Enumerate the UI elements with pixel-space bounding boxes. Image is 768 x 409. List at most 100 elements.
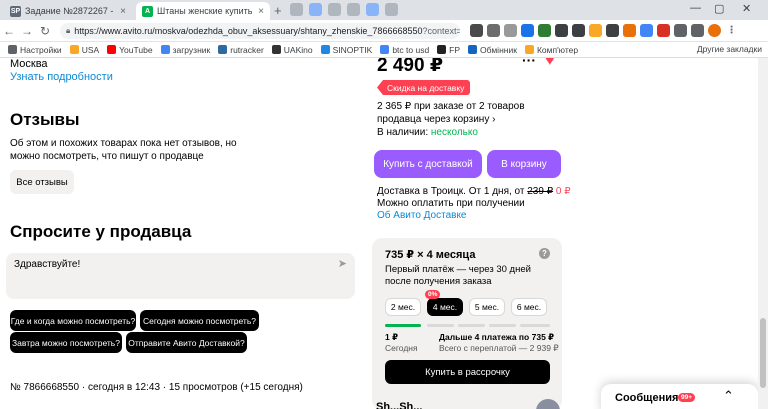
chevron-up-icon[interactable]: ⌃ bbox=[723, 388, 734, 404]
extension-icon[interactable] bbox=[640, 24, 653, 37]
extensions-bar: ⋮ bbox=[470, 24, 738, 37]
installment-card: 735 ₽ × 4 месяца ? Первый платёж — через… bbox=[372, 238, 562, 409]
bookmark-fp[interactable]: FP bbox=[437, 45, 460, 55]
avatar-icon[interactable] bbox=[708, 24, 721, 37]
heart-icon[interactable]: ♥ bbox=[545, 58, 555, 70]
new-tab-icon[interactable]: + bbox=[274, 3, 282, 18]
multi-item-price[interactable]: 2 365 ₽ при заказе от 2 товаров продавца… bbox=[377, 100, 567, 126]
quick-question-chip[interactable]: Сегодня можно посмотреть? bbox=[140, 310, 259, 331]
help-icon[interactable]: ? bbox=[539, 248, 550, 259]
buy-installment-button[interactable]: Купить в рассрочку bbox=[385, 360, 550, 384]
close-icon[interactable]: × bbox=[120, 6, 126, 17]
installment-amount: 735 ₽ × 4 месяца bbox=[385, 249, 476, 261]
ask-seller-title: Спросите у продавца bbox=[10, 222, 192, 241]
tab-icon[interactable] bbox=[328, 3, 341, 16]
forward-icon[interactable]: → bbox=[18, 24, 36, 38]
all-reviews-button[interactable]: Все отзывы bbox=[10, 170, 74, 194]
message-input[interactable]: Здравствуйте! ➤ bbox=[6, 253, 355, 299]
pinned-tabs bbox=[290, 3, 398, 16]
folder-icon bbox=[69, 45, 79, 54]
tab-icon[interactable] bbox=[290, 3, 303, 16]
tab-assignment[interactable]: SP Задание №2872267 - просмотр з × bbox=[4, 2, 132, 20]
messages-panel[interactable]: Сообщения 99+ ⌃ bbox=[601, 384, 758, 409]
google-icon bbox=[380, 45, 390, 54]
in-stock: В наличии: несколько bbox=[377, 127, 478, 138]
extension-icon[interactable] bbox=[470, 24, 483, 37]
add-to-cart-button[interactable]: В корзину bbox=[487, 150, 561, 178]
browser-tab-bar: SP Задание №2872267 - просмотр з × A Шта… bbox=[0, 0, 768, 20]
window-close-icon[interactable]: ✕ bbox=[742, 2, 751, 15]
delivery-info: Доставка в Троицк. От 1 дня, от 239 ₽ 0 … bbox=[377, 186, 577, 222]
extension-icon[interactable] bbox=[504, 24, 517, 37]
quick-question-chip[interactable]: Отправите Авито Доставкой? bbox=[126, 332, 247, 353]
bookmark-exchange[interactable]: Обмінник bbox=[468, 45, 517, 55]
extension-icon[interactable] bbox=[657, 24, 670, 37]
other-bookmarks[interactable]: Другие закладки bbox=[697, 44, 762, 54]
learn-more-link[interactable]: Узнать подробности bbox=[10, 71, 113, 83]
avito-delivery-link[interactable]: Об Авито Доставке bbox=[377, 210, 577, 222]
back-icon[interactable]: ← bbox=[0, 24, 18, 38]
extension-icon[interactable] bbox=[538, 24, 551, 37]
send-icon[interactable]: ➤ bbox=[338, 257, 347, 270]
extension-icon[interactable] bbox=[623, 24, 636, 37]
url-input[interactable]: 🔒︎ https://www.avito.ru/moskva/odezhda_o… bbox=[60, 23, 460, 39]
extension-icon[interactable] bbox=[521, 24, 534, 37]
buy-with-delivery-button[interactable]: Купить с доставкой bbox=[374, 150, 482, 178]
uakino-icon bbox=[271, 45, 281, 54]
exchange-icon bbox=[468, 45, 478, 54]
bookmark-icon[interactable] bbox=[691, 24, 704, 37]
chevron-right-icon: › bbox=[492, 114, 496, 125]
term-option-selected[interactable]: 4 мес. bbox=[427, 298, 463, 316]
bookmark-youtube[interactable]: YouTube bbox=[107, 45, 153, 55]
maximize-icon[interactable]: ▢ bbox=[714, 2, 724, 15]
menu-icon[interactable]: ⋮ bbox=[725, 24, 738, 37]
bookmarks-bar: Настройки USA YouTube загрузник rutracke… bbox=[0, 42, 768, 58]
tab-icon[interactable] bbox=[309, 3, 322, 16]
fp-icon bbox=[437, 45, 447, 54]
more-icon[interactable]: ··· bbox=[522, 58, 536, 68]
tab-title: Штаны женские купить в Москве bbox=[157, 6, 254, 16]
minimize-icon[interactable]: — bbox=[690, 2, 701, 14]
bookmark-uakino[interactable]: UAKino bbox=[271, 45, 313, 55]
close-icon[interactable]: × bbox=[258, 6, 264, 17]
zero-percent-badge: 0% bbox=[425, 290, 441, 299]
extension-icon[interactable] bbox=[589, 24, 602, 37]
extension-icon[interactable] bbox=[572, 24, 585, 37]
tab-icon[interactable] bbox=[385, 3, 398, 16]
pay-today: 1 ₽ Сегодня bbox=[385, 332, 418, 353]
extension-icon[interactable] bbox=[555, 24, 568, 37]
bookmark-usa[interactable]: USA bbox=[69, 45, 99, 55]
tab-icon[interactable] bbox=[347, 3, 360, 16]
tab-title: Задание №2872267 - просмотр з bbox=[25, 6, 116, 16]
term-option[interactable]: 5 мес. bbox=[469, 298, 505, 316]
bookmark-zagruznik[interactable]: загрузник bbox=[160, 45, 210, 55]
term-option[interactable]: 6 мес. bbox=[511, 298, 547, 316]
puzzle-icon[interactable] bbox=[674, 24, 687, 37]
pay-on-receive-text: Можно оплатить при получении bbox=[377, 198, 525, 209]
quick-question-chip[interactable]: Завтра можно посмотреть? bbox=[10, 332, 122, 353]
city-label: Москва bbox=[10, 58, 48, 70]
reload-icon[interactable]: ↻ bbox=[36, 24, 54, 38]
quick-question-chip[interactable]: Где и когда можно посмотреть? bbox=[10, 310, 136, 331]
extension-icon[interactable] bbox=[606, 24, 619, 37]
tab-avito[interactable]: A Штаны женские купить в Москве × bbox=[136, 2, 270, 20]
listing-meta: № 7866668550 · сегодня в 12:43 · 15 прос… bbox=[10, 382, 303, 393]
url-main: https://www.avito.ru/moskva/odezhda_obuv… bbox=[74, 26, 423, 36]
bookmark-btc[interactable]: btc to usd bbox=[380, 45, 429, 55]
bookmark-sinoptik[interactable]: SINOPTIK bbox=[320, 45, 372, 55]
messages-title: Сообщения bbox=[615, 392, 679, 404]
term-option[interactable]: 2 мес. bbox=[385, 298, 421, 316]
messages-count-badge: 99+ bbox=[678, 393, 696, 402]
scrollbar[interactable] bbox=[758, 58, 768, 409]
bookmark-computer[interactable]: Комп'ютер bbox=[524, 45, 578, 55]
extension-icon[interactable] bbox=[487, 24, 500, 37]
reviews-text: Об этом и похожих товарах пока нет отзыв… bbox=[10, 138, 237, 162]
bookmark-rutracker[interactable]: rutracker bbox=[218, 45, 264, 55]
google-icon bbox=[160, 45, 170, 54]
scrollbar-thumb[interactable] bbox=[760, 318, 766, 388]
seller-name[interactable]: Sh...Sh... bbox=[376, 401, 422, 409]
delivery-discount-badge: Скидка на доставку bbox=[377, 80, 471, 95]
tab-icon[interactable] bbox=[366, 3, 379, 16]
price: 2 490 ₽ bbox=[377, 58, 444, 76]
bookmark-settings[interactable]: Настройки bbox=[8, 45, 62, 55]
